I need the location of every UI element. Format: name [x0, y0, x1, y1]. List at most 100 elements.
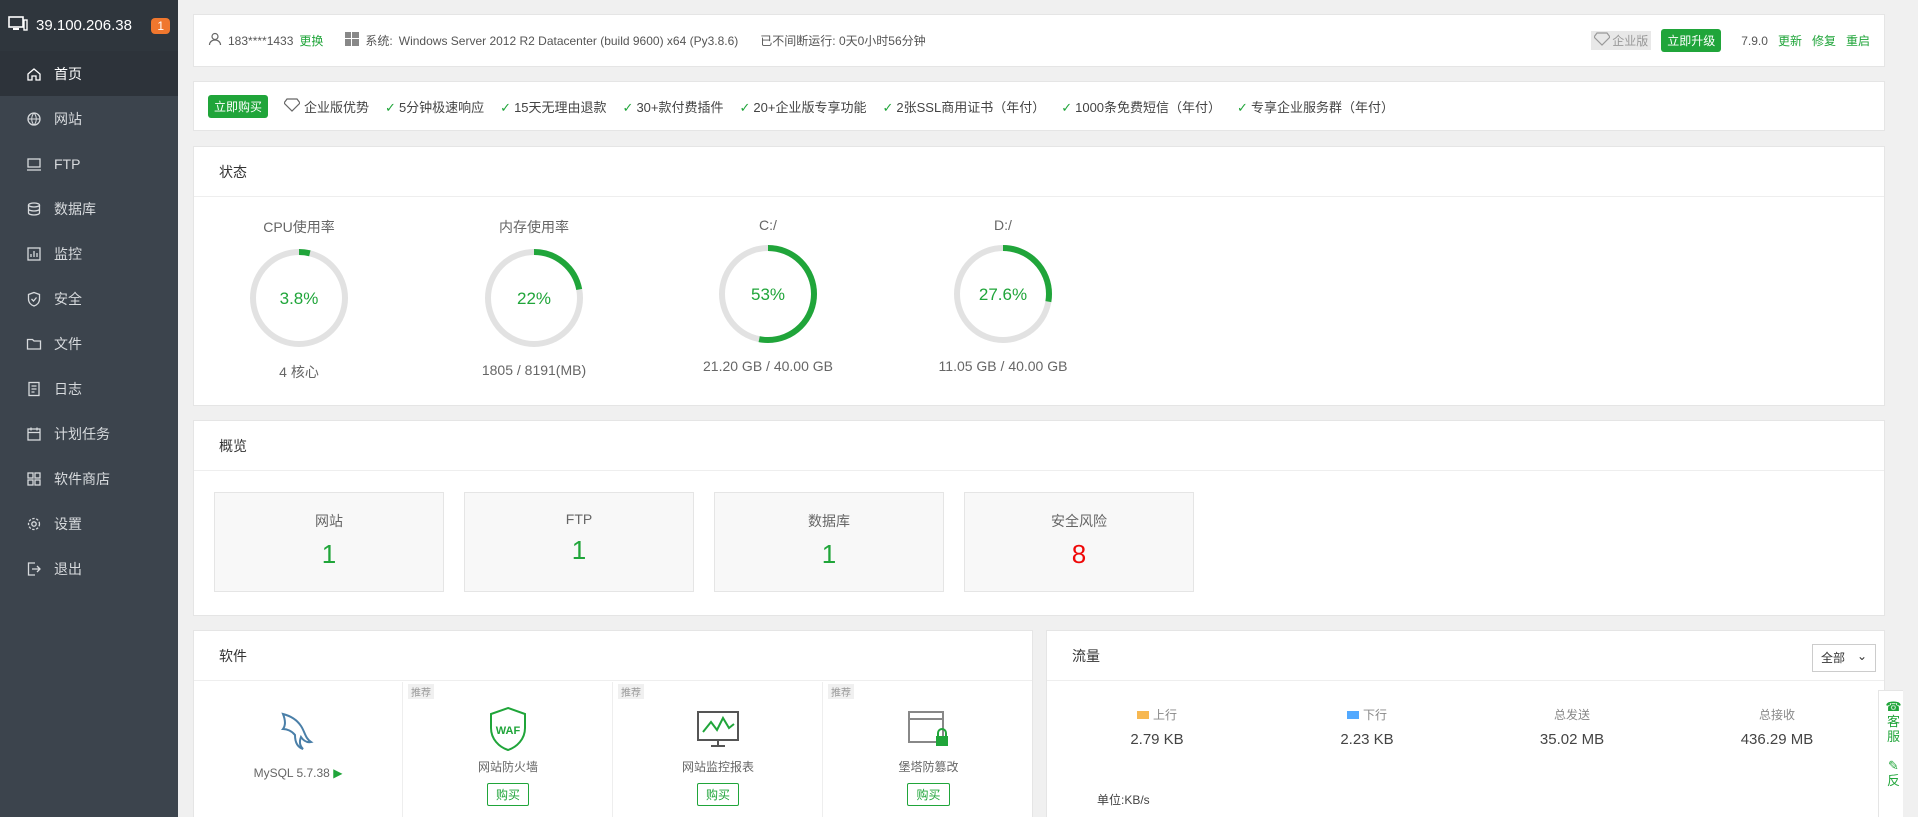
promo-feature: ✓ 2张SSL商用证书（年付）: [882, 97, 1045, 116]
gauge-label: 内存使用率: [499, 219, 569, 235]
sidebar-item-label: 数据库: [54, 200, 96, 217]
promo-feature-label: 2张SSL商用证书（年付）: [896, 99, 1046, 115]
top-info-bar: 183****1433 更换 系统: Windows Server 2012 R…: [193, 14, 1885, 67]
windows-icon: [345, 32, 360, 49]
software-waf: 推荐 WAF 网站防火墙 购买: [404, 682, 613, 817]
notification-badge[interactable]: 1: [151, 17, 170, 34]
traffic-filter-value: 全部: [1821, 651, 1846, 665]
software-title: 软件: [194, 631, 1032, 681]
software-name: 堡塔防篡改: [898, 760, 959, 774]
gauge-value: 27.6%: [979, 285, 1027, 304]
check-icon: ✓: [1237, 99, 1248, 115]
sidebar-item-2[interactable]: FTP: [0, 141, 178, 186]
check-icon: ✓: [622, 99, 634, 115]
waf-shield-icon: WAF: [404, 706, 612, 752]
system-value: Windows Server 2012 R2 Datacenter (build…: [398, 33, 739, 48]
enterprise-badge: 企业版: [1591, 31, 1652, 50]
sidebar-item-1[interactable]: 网站: [0, 96, 178, 141]
sidebar-item-7[interactable]: 日志: [0, 366, 178, 411]
software-mysql[interactable]: MySQL 5.7.38 ▶: [194, 682, 403, 817]
main-content: 183****1433 更换 系统: Windows Server 2012 R…: [193, 0, 1885, 817]
gauge-ring: 53%: [719, 245, 817, 343]
check-icon: ✓: [1061, 99, 1073, 115]
database-icon: [26, 201, 42, 217]
gauge-sub: 21.20 GB / 40.00 GB: [703, 358, 833, 374]
gear-icon: [26, 516, 42, 532]
promo-feature: ✓ 5分钟极速响应: [385, 97, 484, 116]
globe-icon: [26, 111, 42, 127]
calendar-icon: [26, 426, 42, 442]
overview-card[interactable]: 网站 1: [214, 492, 444, 592]
traffic-stat: 总接收 436.29 MB: [1677, 706, 1877, 748]
promo-feature: ✓ 20+企业版专享功能: [740, 97, 867, 116]
sidebar-item-0[interactable]: 首页: [0, 51, 178, 96]
gauge-ring: 22%: [485, 249, 583, 347]
feedback-link[interactable]: 反: [1887, 773, 1901, 788]
check-icon: ✓: [882, 99, 894, 115]
buy-button[interactable]: 购买: [907, 783, 950, 806]
promo-feature: ✓ 15天无理由退款: [500, 97, 606, 116]
traffic-stat-value: 2.79 KB: [1130, 731, 1184, 748]
sidebar-item-9[interactable]: 软件商店: [0, 456, 178, 501]
buy-button[interactable]: 购买: [486, 783, 529, 806]
buy-now-button[interactable]: 立即购买: [208, 94, 269, 118]
status-panel: 状态 CPU使用率 3.8% 4 核心 内存使用率 22% 1805 / 8191(MB)…: [193, 146, 1885, 406]
software-name: 网站监控报表: [681, 760, 754, 774]
status-title: 状态: [194, 147, 1884, 197]
gauge-ring: 3.8%: [250, 249, 348, 347]
play-icon[interactable]: ▶: [333, 766, 342, 780]
traffic-filter-select[interactable]: 全部 ⌄: [1812, 644, 1876, 672]
sidebar-item-10[interactable]: 设置: [0, 501, 178, 546]
advantage-label: 企业版优势: [304, 99, 370, 115]
traffic-stat: 下行 2.23 KB: [1267, 706, 1467, 748]
gauge[interactable]: CPU使用率 3.8% 4 核心: [199, 217, 399, 382]
update-link[interactable]: 更新: [1778, 32, 1802, 49]
change-account-link[interactable]: 更换: [299, 32, 323, 49]
customer-service-link[interactable]: 客服: [1887, 714, 1901, 744]
page-scrollbar[interactable]: [1903, 0, 1918, 817]
mysql-dolphin-icon: [194, 706, 402, 752]
gauge-value: 3.8%: [280, 289, 319, 308]
traffic-stat-label: 总发送: [1553, 708, 1590, 722]
sidebar-item-label: 网站: [54, 110, 82, 127]
log-icon: [26, 381, 42, 397]
recommend-tag: 推荐: [828, 684, 854, 699]
overview-card[interactable]: 安全风险 8: [964, 492, 1194, 592]
gauge-value: 53%: [751, 285, 785, 304]
promo-feature-label: 专享企业服务群（年付）: [1250, 99, 1394, 115]
repair-link[interactable]: 修复: [1812, 32, 1836, 49]
shield-icon: [26, 291, 42, 307]
sidebar-item-4[interactable]: 监控: [0, 231, 178, 276]
sidebar-item-label: 文件: [54, 335, 82, 352]
sidebar-item-label: 计划任务: [54, 425, 110, 442]
gauge[interactable]: 内存使用率 22% 1805 / 8191(MB): [434, 217, 634, 378]
restart-link[interactable]: 重启: [1846, 32, 1870, 49]
overview-card-name: FTP: [565, 511, 593, 527]
sidebar-item-6[interactable]: 文件: [0, 321, 178, 366]
waf-text: WAF: [496, 725, 521, 737]
traffic-stat: 上行 2.79 KB: [1057, 706, 1257, 748]
sidebar-item-8[interactable]: 计划任务: [0, 411, 178, 456]
buy-button[interactable]: 购买: [696, 783, 739, 806]
sidebar-item-3[interactable]: 数据库: [0, 186, 178, 231]
gauge[interactable]: C:/ 53% 21.20 GB / 40.00 GB: [668, 217, 868, 374]
home-icon: [26, 66, 42, 82]
sidebar-item-label: 退出: [54, 560, 82, 577]
gauge[interactable]: D:/ 27.6% 11.05 GB / 40.00 GB: [903, 217, 1103, 374]
sidebar-header: 39.100.206.38 1: [0, 0, 178, 51]
sidebar-item-5[interactable]: 安全: [0, 276, 178, 321]
version: 7.9.0: [1741, 33, 1768, 48]
traffic-stat-value: 35.02 MB: [1539, 731, 1605, 748]
check-icon: ✓: [385, 99, 396, 115]
overview-card[interactable]: 数据库 1: [714, 492, 944, 592]
sidebar-item-11[interactable]: 退出: [0, 546, 178, 591]
promo-feature-label: 5分钟极速响应: [398, 99, 485, 115]
promo-feature: ✓ 专享企业服务群（年付）: [1237, 97, 1394, 116]
software-name: MySQL 5.7.38: [253, 766, 330, 780]
gauge-ring: 27.6%: [954, 245, 1052, 343]
promo-feature-label: 30+款付费插件: [636, 99, 724, 115]
upgrade-button[interactable]: 立即升级: [1661, 29, 1722, 52]
uptime: 已不间断运行: 0天0小时56分钟: [760, 34, 926, 48]
overview-card[interactable]: FTP 1: [464, 492, 694, 592]
user-icon: [208, 32, 222, 49]
